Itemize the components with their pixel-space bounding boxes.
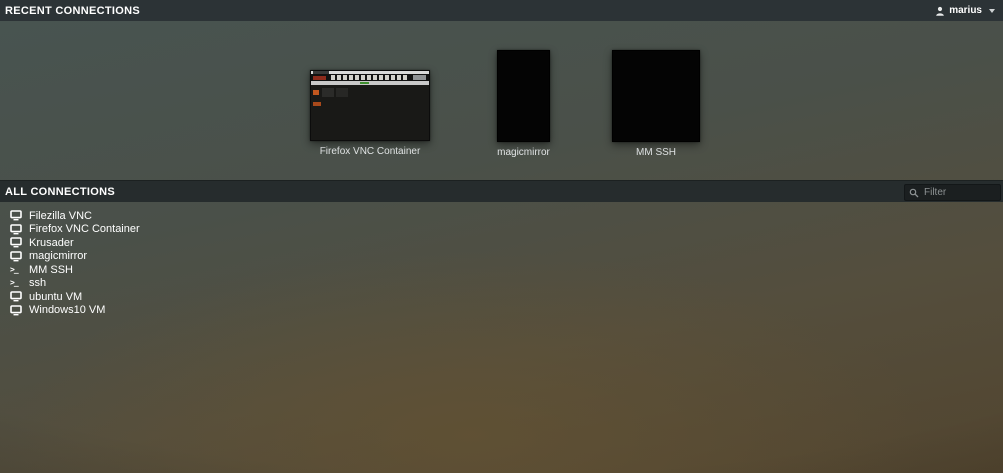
monitor-icon bbox=[10, 251, 23, 262]
user-icon bbox=[935, 6, 945, 16]
terminal-icon: >_ bbox=[10, 266, 23, 274]
connection-item-ubuntu-vm[interactable]: ubuntu VM bbox=[0, 290, 140, 304]
chevron-down-icon bbox=[989, 9, 995, 13]
connection-list: Filezilla VNC Firefox VNC Container Krus… bbox=[0, 209, 140, 317]
monitor-icon bbox=[10, 210, 23, 221]
all-connections-title: ALL CONNECTIONS bbox=[5, 186, 115, 198]
thumbnail-label: MM SSH bbox=[636, 147, 676, 158]
terminal-icon: >_ bbox=[10, 279, 23, 287]
connection-item-firefox-vnc-container[interactable]: Firefox VNC Container bbox=[0, 223, 140, 237]
connection-thumbnail bbox=[612, 50, 700, 142]
thumbnail-label: magicmirror bbox=[497, 147, 550, 158]
monitor-icon bbox=[10, 224, 23, 235]
connection-thumbnail bbox=[497, 50, 550, 142]
connection-item-filezilla-vnc[interactable]: Filezilla VNC bbox=[0, 209, 140, 223]
user-menu[interactable]: marius bbox=[935, 5, 995, 16]
connection-item-mm-ssh[interactable]: >_ MM SSH bbox=[0, 263, 140, 277]
monitor-icon bbox=[10, 237, 23, 248]
top-bar: RECENT CONNECTIONS marius bbox=[0, 0, 1003, 21]
recent-connections-title: RECENT CONNECTIONS bbox=[5, 5, 140, 17]
monitor-icon bbox=[10, 305, 23, 316]
search-icon bbox=[909, 185, 919, 203]
all-connections-bar: ALL CONNECTIONS bbox=[0, 180, 1003, 202]
connection-item-ssh[interactable]: >_ ssh bbox=[0, 277, 140, 291]
connection-name: ubuntu VM bbox=[29, 291, 82, 303]
filter-box bbox=[904, 182, 1001, 201]
connection-item-windows10-vm[interactable]: Windows10 VM bbox=[0, 304, 140, 318]
connection-thumbnail bbox=[310, 70, 430, 141]
thumbnail-label: Firefox VNC Container bbox=[320, 146, 421, 157]
user-name: marius bbox=[949, 5, 982, 16]
connection-name: ssh bbox=[29, 277, 46, 289]
recent-connection-mm-ssh[interactable]: MM SSH bbox=[612, 50, 700, 158]
connection-name: MM SSH bbox=[29, 264, 73, 276]
connection-name: Windows10 VM bbox=[29, 304, 105, 316]
connection-item-krusader[interactable]: Krusader bbox=[0, 236, 140, 250]
connection-name: magicmirror bbox=[29, 250, 87, 262]
connection-name: Krusader bbox=[29, 237, 74, 249]
recent-connection-magicmirror[interactable]: magicmirror bbox=[497, 50, 550, 158]
monitor-icon bbox=[10, 291, 23, 302]
connection-name: Firefox VNC Container bbox=[29, 223, 140, 235]
recent-connection-firefox-vnc-container[interactable]: Firefox VNC Container bbox=[310, 70, 430, 157]
connection-item-magicmirror[interactable]: magicmirror bbox=[0, 250, 140, 264]
connection-name: Filezilla VNC bbox=[29, 210, 92, 222]
